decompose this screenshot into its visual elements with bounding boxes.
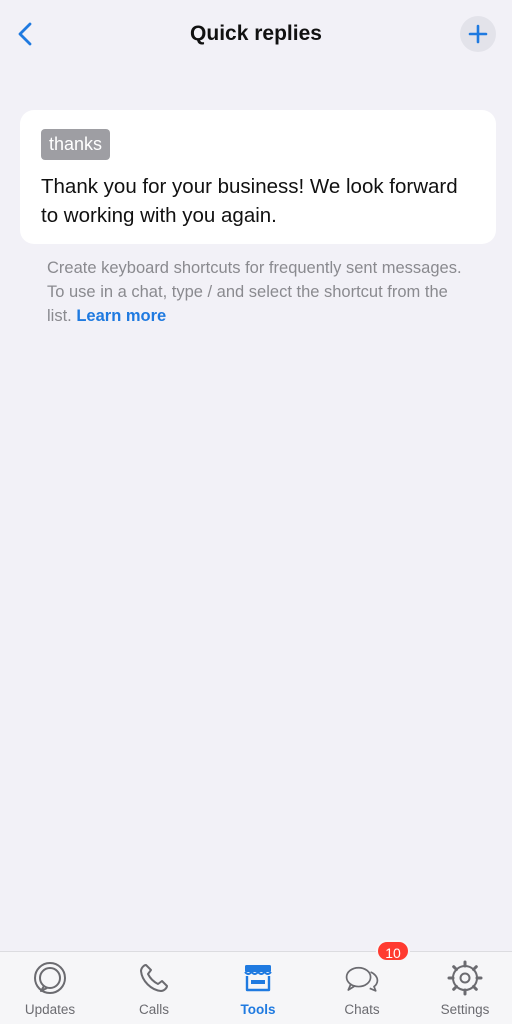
plus-icon — [468, 24, 488, 44]
tab-settings[interactable]: Settings — [420, 952, 510, 1024]
tab-label: Calls — [138, 1002, 169, 1017]
quick-reply-message: Thank you for your business! We look for… — [41, 175, 458, 227]
chat-bubbles-icon — [345, 966, 379, 992]
phone-icon — [140, 964, 168, 992]
unread-badge: 10 — [376, 940, 410, 962]
tab-label: Settings — [440, 1002, 490, 1017]
shortcut-tag: thanks — [41, 129, 111, 160]
tab-label: Chats — [344, 1002, 380, 1017]
tab-label: Tools — [240, 1002, 276, 1017]
page-title: Quick replies — [190, 22, 322, 45]
tab-updates[interactable]: Updates — [5, 952, 95, 1024]
add-quick-reply-button[interactable] — [460, 16, 496, 52]
header: Quick replies — [0, 0, 512, 72]
help-text: Create keyboard shortcuts for frequently… — [47, 256, 467, 328]
learn-more-link[interactable]: Learn more — [76, 307, 166, 325]
updates-icon — [34, 962, 66, 994]
gear-icon — [447, 960, 483, 996]
tab-calls[interactable]: Calls — [109, 952, 199, 1024]
tab-bar: Updates Calls Tools Chats 10 Settings — [0, 940, 512, 1024]
tab-label: Updates — [24, 1002, 76, 1017]
storefront-icon — [244, 965, 272, 992]
tab-tools[interactable]: Tools — [213, 952, 303, 1024]
quick-reply-item[interactable]: thanks Thank you for your business! We l… — [20, 110, 496, 244]
